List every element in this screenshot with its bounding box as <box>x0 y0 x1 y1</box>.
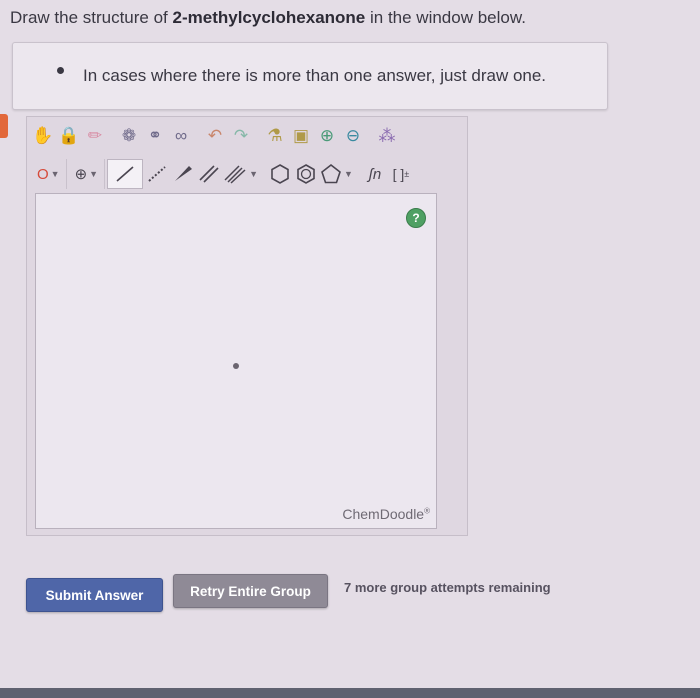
single-bond-icon <box>116 166 134 182</box>
bracket-charge-label: ± <box>404 169 410 179</box>
question-text: Draw the structure of 2-methylcyclohexan… <box>10 8 526 28</box>
page: Draw the structure of 2-methylcyclohexan… <box>0 0 700 698</box>
chemdoodle-editor: ✋ 🔒 ✏ ❁ ⚭ ∞ ↶ ↷ ⚗ ▣ ⊕ ⊖ ⁂ O ▼ ⊕ ▼ ▼ ▼ ʃn… <box>26 116 468 536</box>
redo-icon[interactable]: ↷ <box>229 121 253 151</box>
single-bond-tool[interactable] <box>107 159 144 189</box>
pentagon-tool[interactable]: ▼ <box>320 159 353 189</box>
clean-icon[interactable]: ⚗ <box>263 121 287 151</box>
wedge-bond-icon <box>175 166 193 181</box>
submit-answer-button[interactable]: Submit Answer <box>26 578 163 612</box>
triple-bond-icon <box>224 165 246 184</box>
question-suffix: in the window below. <box>365 8 526 27</box>
charge-selector[interactable]: ⊕ ▼ <box>69 159 106 189</box>
hint-box: In cases where there is more than one an… <box>12 42 608 110</box>
zoom-in-icon[interactable]: ⊕ <box>315 121 339 151</box>
chemdoodle-brand: ChemDoodle® <box>342 506 430 522</box>
attempts-remaining-text: 7 more group attempts remaining <box>344 580 551 595</box>
help-icon[interactable]: ? <box>406 208 426 228</box>
chevron-down-icon: ▼ <box>249 169 259 179</box>
double-bond-tool[interactable] <box>197 159 221 189</box>
hexagon-icon <box>271 164 289 184</box>
question-prefix: Draw the structure of <box>10 8 173 27</box>
zoom-out-icon[interactable]: ⊖ <box>341 121 365 151</box>
bracket-tool[interactable]: [ ] ± <box>389 159 413 189</box>
element-selector[interactable]: O ▼ <box>31 159 67 189</box>
brand-mark: ® <box>424 506 430 516</box>
chevron-down-icon: ▼ <box>89 169 99 179</box>
editor-toolbar-bonds: O ▼ ⊕ ▼ ▼ ▼ ʃn [] ± <box>27 155 467 193</box>
chain-tool[interactable]: ʃn <box>363 159 387 189</box>
question-compound: 2-methylcyclohexanone <box>172 8 366 27</box>
chevron-down-icon: ▼ <box>50 169 60 179</box>
retry-group-button[interactable]: Retry Entire Group <box>173 574 328 608</box>
hand-icon[interactable]: ✋ <box>31 121 55 151</box>
ring-template-icon[interactable]: ❁ <box>117 121 141 151</box>
bottom-bar <box>0 688 700 698</box>
bullet-icon <box>57 67 64 74</box>
drawing-canvas[interactable]: ? ChemDoodle® <box>35 193 437 529</box>
lasso-lock-icon[interactable]: 🔒 <box>57 121 81 151</box>
open-document-icon[interactable]: ▣ <box>289 121 313 151</box>
cyclohexane-tool[interactable] <box>268 159 292 189</box>
hint-text: In cases where there is more than one an… <box>83 66 547 85</box>
editor-toolbar-main: ✋ 🔒 ✏ ❁ ⚭ ∞ ↶ ↷ ⚗ ▣ ⊕ ⊖ ⁂ <box>27 117 467 155</box>
element-label: O <box>37 165 49 183</box>
chain-icon[interactable]: ∞ <box>169 121 193 151</box>
dashed-bond-tool[interactable] <box>145 159 169 189</box>
pentagon-icon <box>321 163 341 184</box>
chain-n-icon: ʃn <box>368 165 382 183</box>
charge-plus-icon: ⊕ <box>74 166 88 183</box>
cursor-dot <box>233 363 239 369</box>
side-tab[interactable] <box>0 114 8 138</box>
templates-icon[interactable]: ⁂ <box>375 121 399 151</box>
brand-text: ChemDoodle <box>342 506 425 522</box>
eraser-icon[interactable]: ✏ <box>83 121 107 151</box>
bracket-icon: [ ] <box>392 166 405 182</box>
wedge-bond-tool[interactable] <box>171 159 195 189</box>
triple-bond-tool[interactable]: ▼ <box>223 159 258 189</box>
benzene-tool[interactable] <box>294 159 318 189</box>
copy-molecule-icon[interactable]: ⚭ <box>143 121 167 151</box>
chevron-down-icon: ▼ <box>344 169 353 179</box>
benzene-icon <box>297 164 315 184</box>
undo-icon[interactable]: ↶ <box>203 121 227 151</box>
dashed-bond-icon <box>148 166 166 182</box>
double-bond-icon <box>199 165 219 183</box>
